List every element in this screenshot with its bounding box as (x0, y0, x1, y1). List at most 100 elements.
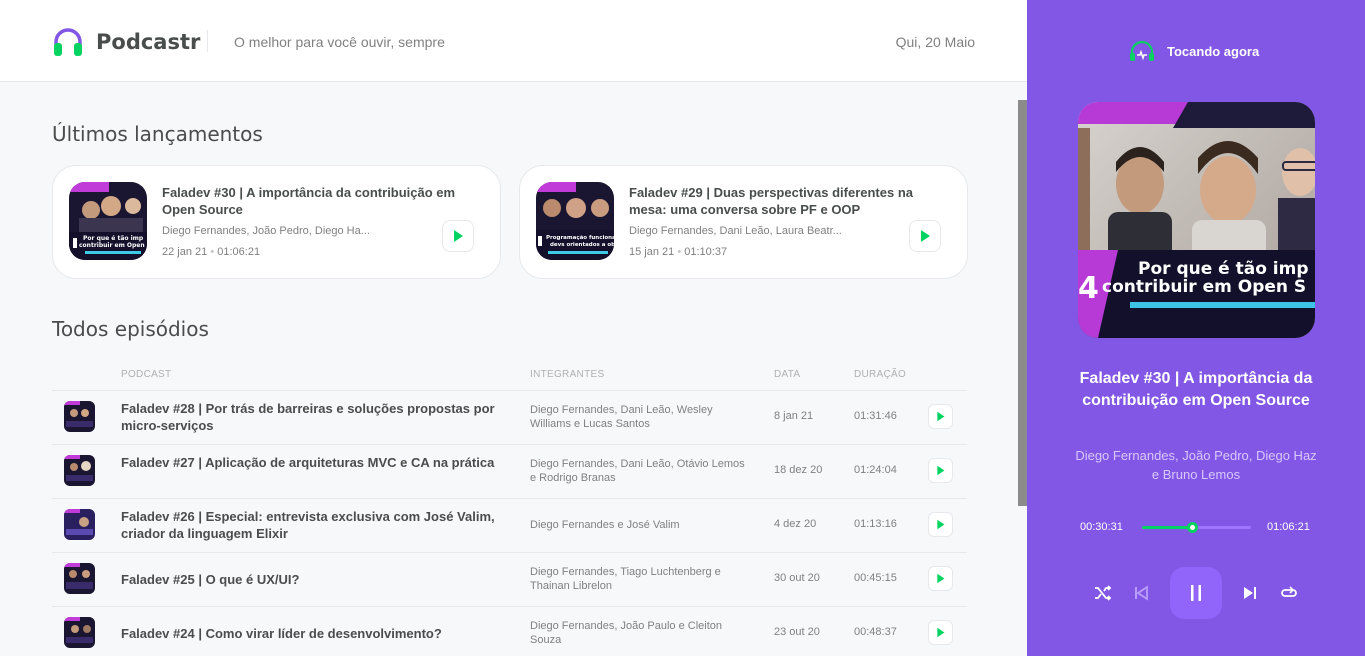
repeat-button[interactable] (1279, 583, 1299, 603)
episode-title[interactable]: Faladev #29 | Duas perspectivas diferent… (629, 184, 949, 218)
episode-duration: 00:45:15 (854, 572, 897, 584)
main-content: Podcastr O melhor para você ouvir, sempr… (0, 0, 1027, 656)
scrollbar[interactable] (1018, 100, 1027, 506)
play-button[interactable] (928, 566, 953, 591)
cover-number: 4 (1078, 271, 1099, 306)
episode-thumbnail (64, 509, 95, 540)
play-button[interactable] (928, 620, 953, 645)
episode-duration: 01:24:04 (854, 464, 897, 476)
episode-duration: 01:31:46 (854, 410, 897, 422)
skip-previous-icon (1135, 585, 1148, 601)
headphones-logo-icon (54, 28, 82, 56)
header: Podcastr O melhor para você ouvir, sempr… (0, 0, 1027, 82)
episode-duration: 01:13:16 (854, 518, 897, 530)
episode-date: 8 jan 21 (774, 410, 814, 422)
play-icon (937, 519, 945, 530)
latest-episode-card[interactable]: Programação funcional devs orientados a … (519, 165, 968, 279)
column-header-duration: DURAÇÃO (854, 369, 907, 380)
progress-fill (1142, 526, 1193, 529)
tagline: O melhor para você ouvir, sempre (234, 34, 445, 50)
header-divider (207, 30, 208, 52)
repeat-icon (1281, 586, 1297, 597)
episode-date: 30 out 20 (774, 572, 820, 584)
episode-title[interactable]: Faladev #24 | Como virar líder de desenv… (121, 625, 501, 642)
current-date: Qui, 20 Maio (895, 34, 975, 50)
table-row: Faladev #24 | Como virar líder de desenv… (52, 606, 967, 656)
svg-text:contribuir em Open S: contribuir em Open S (79, 242, 147, 249)
episode-thumbnail (64, 455, 95, 486)
episode-thumbnail: Por que é tão imp contribuir em Open S (69, 182, 147, 260)
episode-members: Diego Fernandes, João Paulo e Cleiton So… (530, 620, 723, 646)
player-episode-members: Diego Fernandes, João Pedro, Diego Haz e… (1075, 448, 1317, 482)
svg-text:devs orientados a ob: devs orientados a ob (550, 242, 614, 248)
episode-thumbnail (64, 401, 95, 432)
latest-episode-card[interactable]: Por que é tão imp contribuir em Open S F… (52, 165, 501, 279)
play-icon (454, 230, 463, 242)
play-button[interactable] (442, 220, 474, 252)
episode-members: Diego Fernandes, Dani Leão, Otávio Lemos… (530, 458, 745, 484)
episode-duration: 00:48:37 (854, 626, 897, 638)
headphones-icon (1130, 40, 1154, 61)
episode-meta: 15 jan 21 • 01:10:37 (629, 246, 727, 258)
table-row: Faladev #25 | O que é UX/UI? Diego Ferna… (52, 552, 967, 606)
episode-date: 23 out 20 (774, 626, 820, 638)
episode-title[interactable]: Faladev #26 | Especial: entrevista exclu… (121, 508, 501, 542)
player-controls (1027, 567, 1365, 619)
total-time: 01:06:21 (1267, 521, 1310, 533)
player-episode-title: Faladev #30 | A importância da contribui… (1079, 370, 1313, 409)
player-panel: Tocando agora 4 Por que é tão imp contri… (1027, 0, 1365, 656)
play-icon (921, 230, 930, 242)
episode-thumbnail: Programação funcional devs orientados a … (536, 182, 614, 260)
episode-members: Diego Fernandes e José Valim (530, 519, 680, 531)
episode-members: Diego Fernandes, Tiago Luchtenberg e Tha… (530, 566, 721, 592)
episode-title[interactable]: Faladev #27 | Aplicação de arquiteturas … (121, 454, 501, 471)
next-button[interactable] (1240, 583, 1260, 603)
current-time: 00:30:31 (1080, 521, 1123, 533)
episode-thumbnail (64, 563, 95, 594)
previous-button[interactable] (1131, 583, 1151, 603)
episode-cover: 4 Por que é tão imp contribuir em Open S (1078, 102, 1315, 338)
play-button[interactable] (928, 512, 953, 537)
progress-slider[interactable] (1142, 522, 1251, 533)
cover-caption-line1: Por que é tão imp (1138, 259, 1309, 279)
episode-title[interactable]: Faladev #28 | Por trás de barreiras e so… (121, 400, 501, 434)
progress-handle[interactable] (1187, 522, 1199, 533)
play-icon (937, 465, 945, 476)
episode-title[interactable]: Faladev #30 | A importância da contribui… (162, 184, 482, 218)
shuffle-icon (1095, 585, 1112, 601)
episode-date: 4 dez 20 (774, 518, 817, 530)
svg-text:Programação funcional: Programação funcional (546, 235, 614, 241)
episode-members: Diego Fernandes, João Pedro, Diego Ha... (162, 225, 370, 237)
table-row: Faladev #28 | Por trás de barreiras e so… (52, 390, 967, 444)
play-button[interactable] (928, 458, 953, 483)
column-header-date: DATA (774, 369, 801, 380)
play-icon (937, 573, 945, 584)
episode-duration: 01:10:37 (684, 246, 728, 258)
episode-date: 18 dez 20 (774, 464, 823, 476)
pause-button[interactable] (1170, 567, 1222, 619)
episode-members: Diego Fernandes, Dani Leão, Wesley Willi… (530, 404, 713, 430)
play-button[interactable] (909, 220, 941, 252)
now-playing-label: Tocando agora (1167, 43, 1260, 59)
shuffle-button[interactable] (1093, 583, 1113, 603)
now-playing-header: Tocando agora (1129, 40, 1259, 62)
table-row: Faladev #26 | Especial: entrevista exclu… (52, 498, 967, 552)
column-header-podcast: PODCAST (121, 369, 172, 380)
play-icon (937, 411, 945, 422)
pause-icon (1191, 585, 1201, 601)
episode-date: 15 jan 21 (629, 246, 675, 258)
table-row: Faladev #27 | Aplicação de arquiteturas … (52, 444, 967, 498)
app-name: Podcastr (96, 30, 201, 54)
episode-members: Diego Fernandes, Dani Leão, Laura Beatr.… (629, 225, 842, 237)
episode-title[interactable]: Faladev #25 | O que é UX/UI? (121, 571, 501, 588)
column-header-members: INTEGRANTES (530, 369, 605, 380)
play-button[interactable] (928, 404, 953, 429)
latest-releases-title: Últimos lançamentos (52, 122, 263, 146)
cover-caption-line2: contribuir em Open S (1102, 277, 1306, 297)
episode-date: 22 jan 21 (162, 246, 208, 258)
episode-thumbnail (64, 617, 95, 648)
episode-meta: 22 jan 21 • 01:06:21 (162, 246, 260, 258)
skip-next-icon (1244, 587, 1256, 599)
episode-duration: 01:06:21 (217, 246, 261, 258)
svg-text:Por que é tão imp: Por que é tão imp (83, 235, 144, 242)
